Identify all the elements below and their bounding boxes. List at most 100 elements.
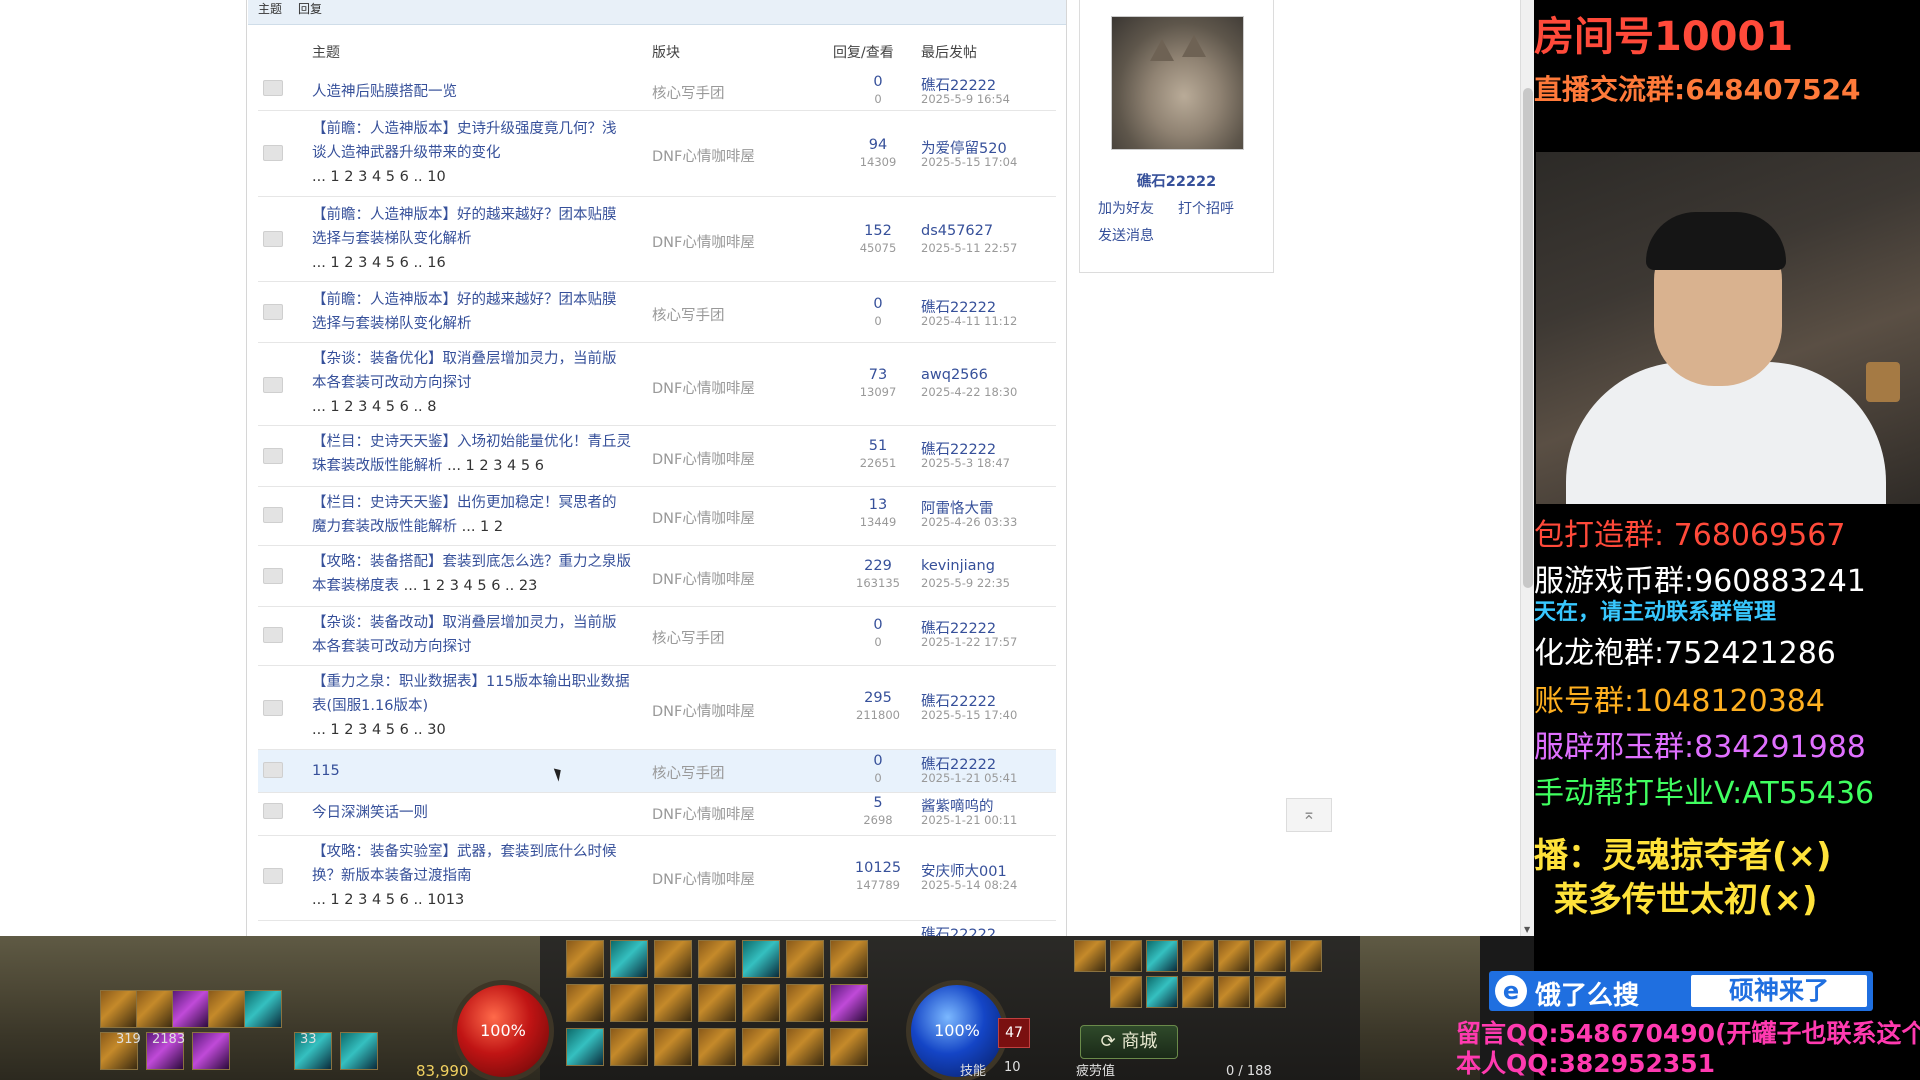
thread-title[interactable]: 【前瞻：人造神版本】好的越来越好？团本贴膜选择与套装梯队变化解析 [312,288,630,336]
last-post-time[interactable]: 2025-1-22 17:57 [921,635,1017,649]
thread-row[interactable]: 【攻略：装备搭配】套装到底怎么选？重力之泉版本套装梯度表 ... 1 2 3 4… [258,546,1056,607]
menu-icon[interactable] [1110,940,1142,972]
buff-slot[interactable] [100,990,138,1028]
thread-board[interactable]: DNF心情咖啡屋 [652,231,755,252]
thread-pages[interactable]: ... 1 2 3 4 5 6 [447,458,544,474]
scrollbar-thumb[interactable] [1523,88,1533,588]
thread-row[interactable]: 【杂谈：装备优化】取消叠层增加灵力，当前版本各套装可改动方向探讨 ... 1 2… [258,343,1056,426]
skill-slot[interactable] [566,984,604,1022]
thread-title-link[interactable]: 【杂谈：装备优化】取消叠层增加灵力，当前版本各套装可改动方向探讨 [312,351,617,391]
skill-slot[interactable] [742,1028,780,1066]
last-post-time[interactable]: 2025-5-9 22:35 [921,576,1010,590]
last-post-time[interactable]: 2025-5-15 17:40 [921,708,1017,722]
skill-slot[interactable] [654,1028,692,1066]
user-avatar[interactable] [1111,16,1244,150]
thread-row[interactable]: 人造神后贴膜搭配一览 核心写手团 0 0 礁石22222 2025-5-9 16… [258,68,1056,111]
thread-row[interactable]: 礁石22222 [258,921,1056,936]
thread-row[interactable]: 【杂谈：装备改动】取消叠层增加灵力，当前版本各套装可改动方向探讨 核心写手团 0… [258,607,1056,666]
thread-pages[interactable]: ... 1 2 3 4 5 6 .. 10 [312,169,446,185]
skill-slot[interactable] [610,940,648,978]
thread-row[interactable]: 【栏目：史诗天天鉴】入场初始能量优化！青丘灵珠套装改版性能解析 ... 1 2 … [258,426,1056,487]
menu-icon[interactable] [1218,940,1250,972]
thread-row[interactable]: 【前瞻：人造神版本】史诗升级强度竟几何？浅谈人造神武器升级带来的变化 ... 1… [258,111,1056,197]
item-slot[interactable] [192,1032,230,1070]
thread-title-link[interactable]: 【前瞻：人造神版本】史诗升级强度竟几何？浅谈人造神武器升级带来的变化 [312,121,617,161]
menu-icon[interactable] [1146,976,1178,1008]
page-scrollbar[interactable]: ▼ [1520,0,1534,936]
thread-title-link[interactable]: 【重力之泉：职业数据表】115版本输出职业数据表(国服1.16版本) [312,674,630,714]
skill-slot[interactable] [742,984,780,1022]
skill-slot[interactable] [698,940,736,978]
tab-topics[interactable]: 主题 [258,0,282,17]
last-post-time[interactable]: 2025-5-14 08:24 [921,878,1017,892]
last-post-time[interactable]: 2025-5-3 18:47 [921,456,1010,470]
thread-board[interactable]: DNF心情咖啡屋 [652,568,755,589]
skill-slot[interactable] [742,940,780,978]
buff-slot[interactable] [172,990,210,1028]
skill-slot[interactable] [830,984,868,1022]
thread-pages[interactable]: ... 1 2 3 4 5 6 .. 1013 [312,892,464,908]
back-to-top-button[interactable]: ⌅ [1286,798,1332,832]
skill-slot[interactable] [566,940,604,978]
thread-row[interactable]: 【攻略：装备实验室】武器，套装到底什么时候换？新版本装备过渡指南 ... 1 2… [258,836,1056,921]
skill-slot[interactable] [698,1028,736,1066]
thread-row[interactable]: 【前瞻：人造神版本】好的越来越好？团本贴膜选择与套装梯队变化解析 核心写手团 0… [258,282,1056,343]
thread-board[interactable]: 核心写手团 [652,627,725,648]
menu-icon[interactable] [1146,940,1178,972]
last-post-time[interactable]: 2025-1-21 05:41 [921,771,1017,785]
skill-slot[interactable] [786,940,824,978]
thread-title[interactable]: 【杂谈：装备改动】取消叠层增加灵力，当前版本各套装可改动方向探讨 [312,611,630,659]
last-post-time[interactable]: 2025-4-22 18:30 [921,385,1017,399]
thread-board[interactable]: DNF心情咖啡屋 [652,803,755,824]
menu-icon[interactable] [1218,976,1250,1008]
last-post-time[interactable]: 2025-5-9 16:54 [921,92,1010,106]
skill-slot[interactable] [610,984,648,1022]
thread-board[interactable]: DNF心情咖啡屋 [652,448,755,469]
skill-slot[interactable] [654,984,692,1022]
item-slot[interactable] [340,1032,378,1070]
thread-row[interactable]: 【栏目：史诗天天鉴】出伤更加稳定！冥思者的魔力套装改版性能解析 ... 1 2 … [258,487,1056,546]
thread-board[interactable]: DNF心情咖啡屋 [652,145,755,166]
thread-board[interactable]: DNF心情咖啡屋 [652,377,755,398]
thread-title[interactable]: 人造神后贴膜搭配一览 [312,80,630,104]
thread-pages[interactable]: ... 1 2 3 4 5 6 .. 30 [312,722,446,738]
shop-button[interactable]: ⟳ 商城 [1080,1025,1178,1059]
greet-link[interactable]: 打个招呼 [1178,198,1234,218]
last-post-user[interactable]: 礁石22222 [921,923,996,936]
thread-title[interactable]: 今日深渊笑话一则 [312,801,630,825]
thread-board[interactable]: DNF心情咖啡屋 [652,507,755,528]
thread-row[interactable]: 115 核心写手团 0 0 礁石22222 2025-1-21 05:41 [258,750,1056,793]
send-message-link[interactable]: 发送消息 [1098,225,1154,245]
skill-slot[interactable] [566,1028,604,1066]
thread-board[interactable]: 核心写手团 [652,82,725,103]
last-post-time[interactable]: 2025-1-21 00:11 [921,813,1017,827]
buff-slot[interactable] [136,990,174,1028]
thread-title-link[interactable]: 【前瞻：人造神版本】好的越来越好？团本贴膜选择与套装梯队变化解析 [312,207,617,247]
last-post-time[interactable]: 2025-4-11 11:12 [921,314,1017,328]
thread-pages[interactable]: ... 1 2 3 4 5 6 .. 16 [312,255,446,271]
menu-icon[interactable] [1254,976,1286,1008]
skill-slot[interactable] [786,1028,824,1066]
menu-icon[interactable] [1182,976,1214,1008]
thread-board[interactable]: DNF心情咖啡屋 [652,868,755,889]
tab-replies[interactable]: 回复 [298,0,322,17]
last-post-user[interactable]: awq2566 [921,367,988,383]
menu-icon[interactable] [1290,940,1322,972]
thread-pages[interactable]: ... 1 2 [462,519,504,535]
thread-row[interactable]: 今日深渊笑话一则 DNF心情咖啡屋 5 2698 酱紫嘀呜的 2025-1-21… [258,793,1056,836]
skill-slot[interactable] [830,1028,868,1066]
buff-slot[interactable] [244,990,282,1028]
last-post-user[interactable]: kevinjiang [921,558,995,574]
scroll-down-icon[interactable]: ▼ [1524,925,1530,934]
menu-icon[interactable] [1254,940,1286,972]
thread-row[interactable]: 【重力之泉：职业数据表】115版本输出职业数据表(国服1.16版本) ... 1… [258,666,1056,750]
skill-slot[interactable] [830,940,868,978]
thread-title[interactable]: 115 [312,759,630,783]
last-post-time[interactable]: 2025-5-11 22:57 [921,241,1017,255]
add-friend-link[interactable]: 加为好友 [1098,198,1154,218]
menu-icon[interactable] [1074,940,1106,972]
thread-pages[interactable]: ... 1 2 3 4 5 6 .. 8 [312,399,437,415]
last-post-time[interactable]: 2025-5-15 17:04 [921,155,1017,169]
thread-pages[interactable]: ... 1 2 3 4 5 6 .. 23 [404,578,538,594]
menu-icon[interactable] [1110,976,1142,1008]
